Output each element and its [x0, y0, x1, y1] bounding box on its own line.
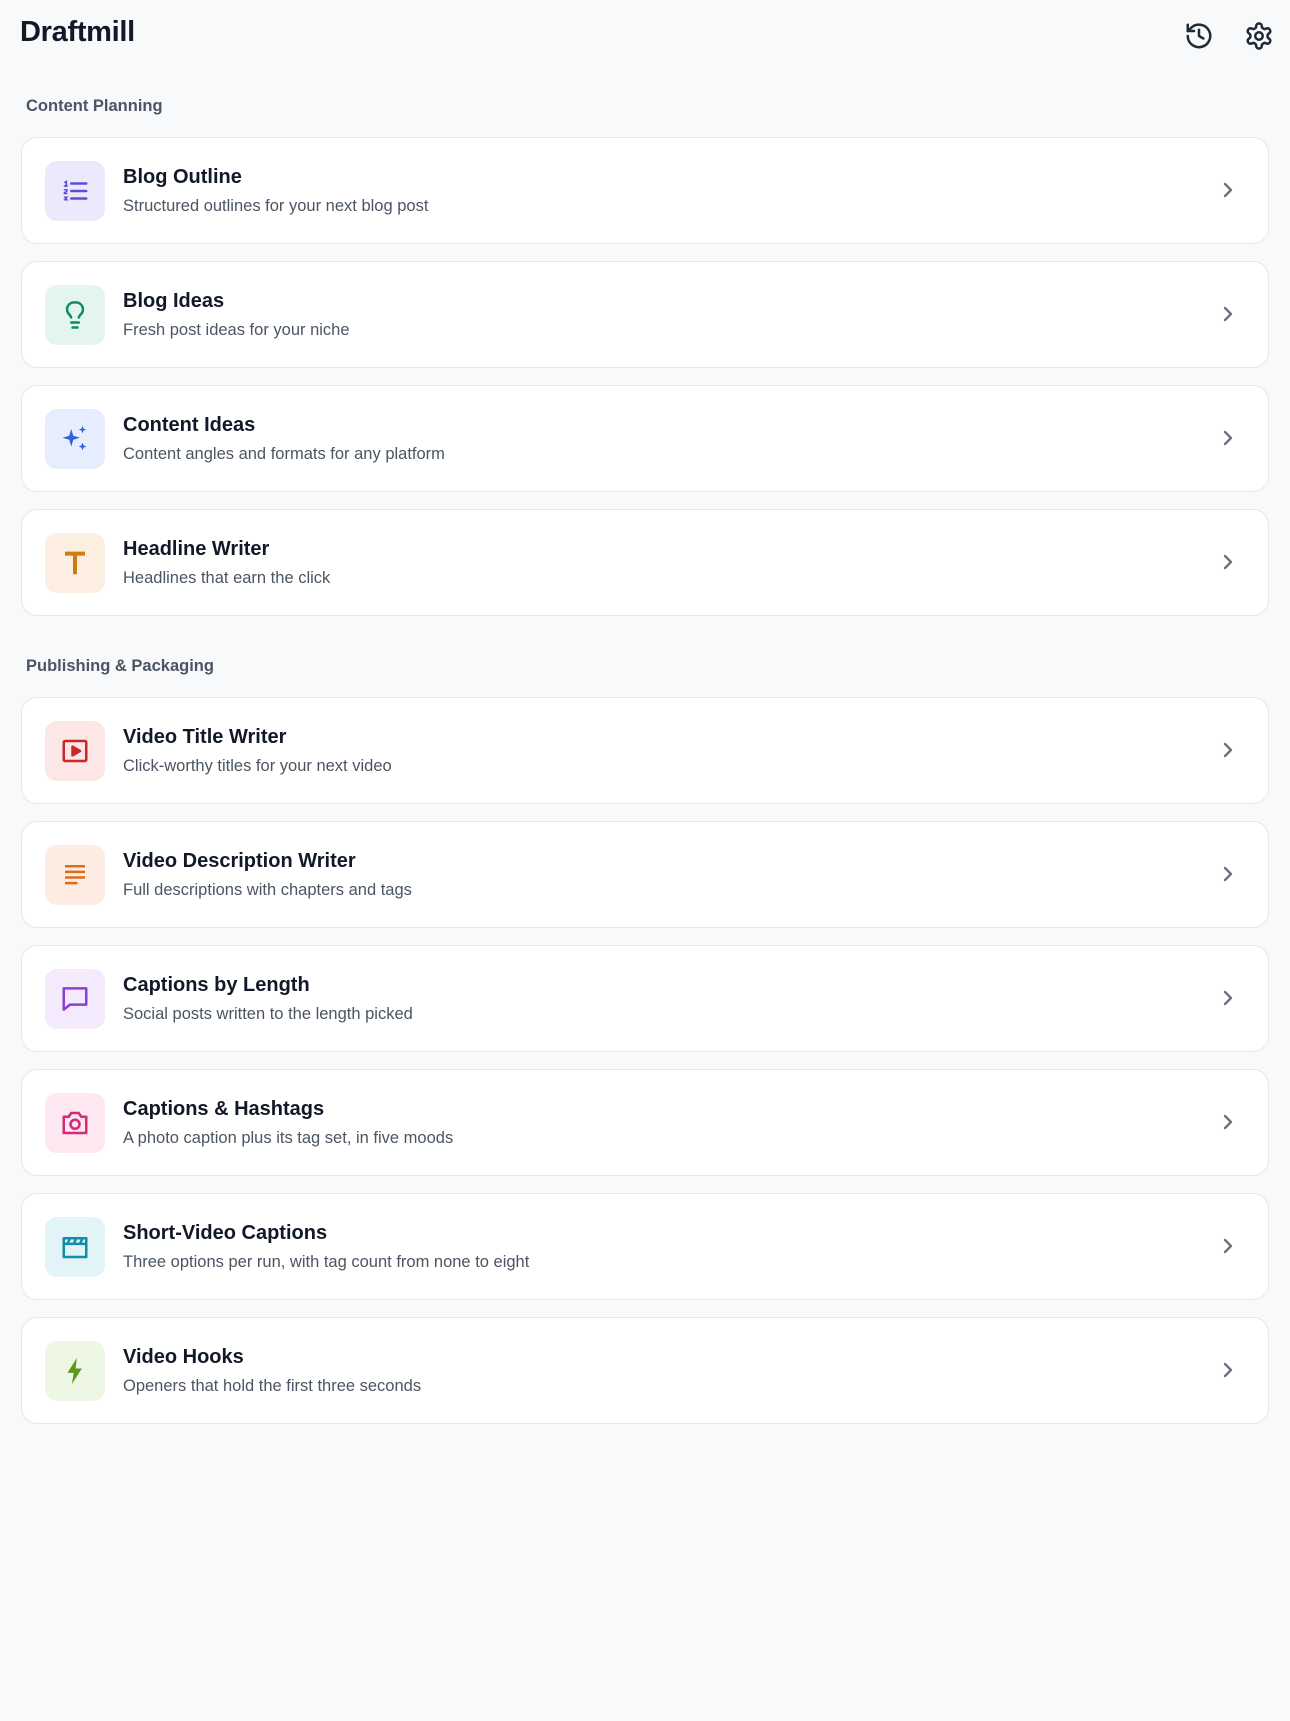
tool-title: Video Title Writer — [123, 726, 287, 748]
tool-description: Click-worthy titles for your next video — [123, 757, 392, 775]
chevron-right-icon — [1216, 302, 1240, 326]
tool-card-headline-writer[interactable]: Headline Writer Headlines that earn the … — [21, 509, 1269, 616]
tool-icon-badge — [45, 845, 105, 905]
app-title: Draftmill — [20, 16, 135, 48]
message-icon — [62, 987, 88, 1011]
lightbulb-icon — [65, 301, 85, 329]
tool-card-captions-hashtags[interactable]: Captions & Hashtags A photo caption plus… — [21, 1069, 1269, 1176]
chevron-right-icon — [1216, 1358, 1240, 1382]
tool-description: Social posts written to the length picke… — [123, 1005, 413, 1023]
tool-card-captions-by-length[interactable]: Captions by Length Social posts written … — [21, 945, 1269, 1052]
settings-button[interactable] — [1239, 16, 1279, 56]
history-button[interactable] — [1179, 16, 1219, 56]
app-header: Draftmill — [0, 0, 1290, 70]
tool-title: Blog Ideas — [123, 290, 225, 312]
bolt-icon — [67, 1357, 82, 1385]
list-icon — [63, 180, 88, 201]
tool-title: Short-Video Captions — [123, 1222, 328, 1244]
tool-icon-badge — [45, 1341, 105, 1401]
clapperboard-icon — [62, 1237, 88, 1259]
chevron-right-icon — [1216, 426, 1240, 450]
tool-title: Captions & Hashtags — [123, 1098, 325, 1120]
tool-icon-badge — [45, 1217, 105, 1277]
section-title: Publishing & Packaging — [26, 657, 214, 675]
tool-title: Captions by Length — [123, 974, 310, 996]
chevron-right-icon — [1216, 986, 1240, 1010]
tool-icon-badge — [45, 721, 105, 781]
text-icon — [65, 551, 85, 575]
gear-icon — [1246, 22, 1272, 50]
tool-description: Three options per run, with tag count fr… — [123, 1253, 530, 1271]
tool-icon-badge — [45, 161, 105, 221]
camera-icon — [62, 1111, 88, 1135]
sparkles-icon — [62, 425, 87, 451]
section-publishing-packaging: Publishing & Packaging Video Title Write… — [21, 656, 1269, 1424]
video-play-icon — [62, 739, 88, 763]
section-title: Content Planning — [26, 97, 163, 115]
tool-card-video-hooks[interactable]: Video Hooks Openers that hold the first … — [21, 1317, 1269, 1424]
tool-icon-badge — [45, 285, 105, 345]
tool-title: Blog Outline — [123, 166, 242, 188]
tool-card-blog-outline[interactable]: Blog Outline Structured outlines for you… — [21, 137, 1269, 244]
tool-title: Video Hooks — [123, 1346, 244, 1368]
tool-description: Content angles and formats for any platf… — [123, 445, 445, 463]
tool-card-short-video-captions[interactable]: Short-Video Captions Three options per r… — [21, 1193, 1269, 1300]
tool-description: Openers that hold the first three second… — [123, 1377, 422, 1395]
tool-title: Video Description Writer — [123, 850, 356, 872]
chevron-right-icon — [1216, 178, 1240, 202]
tool-description: A photo caption plus its tag set, in fiv… — [123, 1129, 454, 1147]
tool-icon-badge — [45, 409, 105, 469]
chevron-right-icon — [1216, 550, 1240, 574]
tool-icon-badge — [45, 1093, 105, 1153]
chevron-right-icon — [1216, 1234, 1240, 1258]
tool-description: Structured outlines for your next blog p… — [123, 197, 429, 215]
tool-title: Headline Writer — [123, 538, 270, 560]
tool-card-video-title-writer[interactable]: Video Title Writer Click-worthy titles f… — [21, 697, 1269, 804]
tool-list: Content Planning Blog Outline Structured… — [21, 96, 1269, 1441]
section-content-planning: Content Planning Blog Outline Structured… — [21, 96, 1269, 616]
tool-description: Full descriptions with chapters and tags — [123, 881, 412, 899]
tool-title: Content Ideas — [123, 414, 256, 436]
tool-icon-badge — [45, 969, 105, 1029]
history-icon — [1186, 23, 1212, 49]
tool-card-blog-ideas[interactable]: Blog Ideas Fresh post ideas for your nic… — [21, 261, 1269, 368]
chevron-right-icon — [1216, 1110, 1240, 1134]
tool-card-video-description-writer[interactable]: Video Description Writer Full descriptio… — [21, 821, 1269, 928]
align-left-icon — [65, 865, 85, 885]
tool-description: Fresh post ideas for your niche — [123, 321, 350, 339]
chevron-right-icon — [1216, 738, 1240, 762]
tool-card-content-ideas[interactable]: Content Ideas Content angles and formats… — [21, 385, 1269, 492]
tool-icon-badge — [45, 533, 105, 593]
tool-description: Headlines that earn the click — [123, 569, 331, 587]
chevron-right-icon — [1216, 862, 1240, 886]
